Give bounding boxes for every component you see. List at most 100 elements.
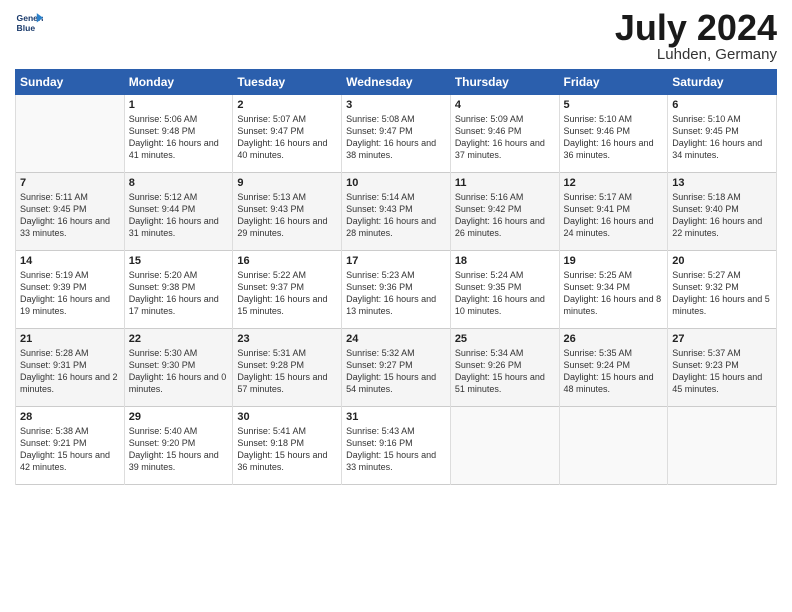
calendar-cell: 9 Sunrise: 5:13 AMSunset: 9:43 PMDayligh… bbox=[233, 173, 342, 251]
day-number: 12 bbox=[564, 177, 664, 189]
svg-text:Blue: Blue bbox=[17, 23, 36, 33]
day-number: 21 bbox=[20, 333, 120, 345]
day-number: 9 bbox=[237, 177, 337, 189]
col-monday: Monday bbox=[124, 70, 233, 95]
cell-sunrise: Sunrise: 5:17 AMSunset: 9:41 PMDaylight:… bbox=[564, 192, 654, 238]
col-thursday: Thursday bbox=[450, 70, 559, 95]
calendar-cell: 14 Sunrise: 5:19 AMSunset: 9:39 PMDaylig… bbox=[16, 251, 125, 329]
page-container: General Blue July 2024 Luhden, Germany S… bbox=[0, 0, 792, 495]
calendar-cell: 20 Sunrise: 5:27 AMSunset: 9:32 PMDaylig… bbox=[668, 251, 777, 329]
day-number: 11 bbox=[455, 177, 555, 189]
day-number: 24 bbox=[346, 333, 446, 345]
cell-sunrise: Sunrise: 5:35 AMSunset: 9:24 PMDaylight:… bbox=[564, 348, 654, 394]
header-row: Sunday Monday Tuesday Wednesday Thursday… bbox=[16, 70, 777, 95]
calendar-cell: 15 Sunrise: 5:20 AMSunset: 9:38 PMDaylig… bbox=[124, 251, 233, 329]
calendar-cell: 26 Sunrise: 5:35 AMSunset: 9:24 PMDaylig… bbox=[559, 329, 668, 407]
cell-sunrise: Sunrise: 5:25 AMSunset: 9:34 PMDaylight:… bbox=[564, 270, 662, 316]
cell-sunrise: Sunrise: 5:09 AMSunset: 9:46 PMDaylight:… bbox=[455, 114, 545, 160]
day-number: 28 bbox=[20, 411, 120, 423]
calendar-cell: 23 Sunrise: 5:31 AMSunset: 9:28 PMDaylig… bbox=[233, 329, 342, 407]
calendar-cell: 11 Sunrise: 5:16 AMSunset: 9:42 PMDaylig… bbox=[450, 173, 559, 251]
calendar-week-1: 7 Sunrise: 5:11 AMSunset: 9:45 PMDayligh… bbox=[16, 173, 777, 251]
cell-sunrise: Sunrise: 5:08 AMSunset: 9:47 PMDaylight:… bbox=[346, 114, 436, 160]
title-block: July 2024 Luhden, Germany bbox=[615, 10, 777, 63]
cell-sunrise: Sunrise: 5:43 AMSunset: 9:16 PMDaylight:… bbox=[346, 426, 436, 472]
calendar-week-0: 1 Sunrise: 5:06 AMSunset: 9:48 PMDayligh… bbox=[16, 95, 777, 173]
cell-sunrise: Sunrise: 5:23 AMSunset: 9:36 PMDaylight:… bbox=[346, 270, 436, 316]
calendar-cell: 5 Sunrise: 5:10 AMSunset: 9:46 PMDayligh… bbox=[559, 95, 668, 173]
cell-sunrise: Sunrise: 5:10 AMSunset: 9:45 PMDaylight:… bbox=[672, 114, 762, 160]
day-number: 30 bbox=[237, 411, 337, 423]
day-number: 25 bbox=[455, 333, 555, 345]
day-number: 20 bbox=[672, 255, 772, 267]
calendar-cell: 7 Sunrise: 5:11 AMSunset: 9:45 PMDayligh… bbox=[16, 173, 125, 251]
calendar-cell: 21 Sunrise: 5:28 AMSunset: 9:31 PMDaylig… bbox=[16, 329, 125, 407]
calendar-cell: 29 Sunrise: 5:40 AMSunset: 9:20 PMDaylig… bbox=[124, 407, 233, 485]
cell-sunrise: Sunrise: 5:13 AMSunset: 9:43 PMDaylight:… bbox=[237, 192, 327, 238]
header: General Blue July 2024 Luhden, Germany bbox=[15, 10, 777, 63]
day-number: 31 bbox=[346, 411, 446, 423]
calendar-cell: 28 Sunrise: 5:38 AMSunset: 9:21 PMDaylig… bbox=[16, 407, 125, 485]
calendar-week-2: 14 Sunrise: 5:19 AMSunset: 9:39 PMDaylig… bbox=[16, 251, 777, 329]
cell-sunrise: Sunrise: 5:37 AMSunset: 9:23 PMDaylight:… bbox=[672, 348, 762, 394]
col-tuesday: Tuesday bbox=[233, 70, 342, 95]
calendar-week-3: 21 Sunrise: 5:28 AMSunset: 9:31 PMDaylig… bbox=[16, 329, 777, 407]
cell-sunrise: Sunrise: 5:32 AMSunset: 9:27 PMDaylight:… bbox=[346, 348, 436, 394]
calendar-cell: 1 Sunrise: 5:06 AMSunset: 9:48 PMDayligh… bbox=[124, 95, 233, 173]
calendar-cell: 16 Sunrise: 5:22 AMSunset: 9:37 PMDaylig… bbox=[233, 251, 342, 329]
day-number: 7 bbox=[20, 177, 120, 189]
day-number: 6 bbox=[672, 99, 772, 111]
day-number: 8 bbox=[129, 177, 229, 189]
calendar-cell bbox=[668, 407, 777, 485]
day-number: 29 bbox=[129, 411, 229, 423]
col-sunday: Sunday bbox=[16, 70, 125, 95]
cell-sunrise: Sunrise: 5:38 AMSunset: 9:21 PMDaylight:… bbox=[20, 426, 110, 472]
calendar-cell: 18 Sunrise: 5:24 AMSunset: 9:35 PMDaylig… bbox=[450, 251, 559, 329]
day-number: 13 bbox=[672, 177, 772, 189]
calendar-cell: 8 Sunrise: 5:12 AMSunset: 9:44 PMDayligh… bbox=[124, 173, 233, 251]
cell-sunrise: Sunrise: 5:19 AMSunset: 9:39 PMDaylight:… bbox=[20, 270, 110, 316]
cell-sunrise: Sunrise: 5:20 AMSunset: 9:38 PMDaylight:… bbox=[129, 270, 219, 316]
day-number: 4 bbox=[455, 99, 555, 111]
col-saturday: Saturday bbox=[668, 70, 777, 95]
day-number: 26 bbox=[564, 333, 664, 345]
location: Luhden, Germany bbox=[615, 46, 777, 63]
day-number: 18 bbox=[455, 255, 555, 267]
cell-sunrise: Sunrise: 5:11 AMSunset: 9:45 PMDaylight:… bbox=[20, 192, 110, 238]
day-number: 23 bbox=[237, 333, 337, 345]
cell-sunrise: Sunrise: 5:28 AMSunset: 9:31 PMDaylight:… bbox=[20, 348, 118, 394]
cell-sunrise: Sunrise: 5:07 AMSunset: 9:47 PMDaylight:… bbox=[237, 114, 327, 160]
calendar-cell: 17 Sunrise: 5:23 AMSunset: 9:36 PMDaylig… bbox=[342, 251, 451, 329]
cell-sunrise: Sunrise: 5:34 AMSunset: 9:26 PMDaylight:… bbox=[455, 348, 545, 394]
cell-sunrise: Sunrise: 5:24 AMSunset: 9:35 PMDaylight:… bbox=[455, 270, 545, 316]
calendar-cell: 4 Sunrise: 5:09 AMSunset: 9:46 PMDayligh… bbox=[450, 95, 559, 173]
logo-icon: General Blue bbox=[15, 10, 43, 38]
logo: General Blue bbox=[15, 10, 43, 38]
day-number: 19 bbox=[564, 255, 664, 267]
calendar-cell bbox=[559, 407, 668, 485]
cell-sunrise: Sunrise: 5:12 AMSunset: 9:44 PMDaylight:… bbox=[129, 192, 219, 238]
calendar-cell bbox=[450, 407, 559, 485]
cell-sunrise: Sunrise: 5:41 AMSunset: 9:18 PMDaylight:… bbox=[237, 426, 327, 472]
calendar-week-4: 28 Sunrise: 5:38 AMSunset: 9:21 PMDaylig… bbox=[16, 407, 777, 485]
cell-sunrise: Sunrise: 5:18 AMSunset: 9:40 PMDaylight:… bbox=[672, 192, 762, 238]
cell-sunrise: Sunrise: 5:10 AMSunset: 9:46 PMDaylight:… bbox=[564, 114, 654, 160]
calendar-cell: 19 Sunrise: 5:25 AMSunset: 9:34 PMDaylig… bbox=[559, 251, 668, 329]
col-wednesday: Wednesday bbox=[342, 70, 451, 95]
calendar-cell: 31 Sunrise: 5:43 AMSunset: 9:16 PMDaylig… bbox=[342, 407, 451, 485]
col-friday: Friday bbox=[559, 70, 668, 95]
day-number: 15 bbox=[129, 255, 229, 267]
day-number: 14 bbox=[20, 255, 120, 267]
day-number: 27 bbox=[672, 333, 772, 345]
calendar-cell: 12 Sunrise: 5:17 AMSunset: 9:41 PMDaylig… bbox=[559, 173, 668, 251]
calendar-cell: 10 Sunrise: 5:14 AMSunset: 9:43 PMDaylig… bbox=[342, 173, 451, 251]
day-number: 22 bbox=[129, 333, 229, 345]
cell-sunrise: Sunrise: 5:30 AMSunset: 9:30 PMDaylight:… bbox=[129, 348, 227, 394]
calendar-cell: 6 Sunrise: 5:10 AMSunset: 9:45 PMDayligh… bbox=[668, 95, 777, 173]
day-number: 17 bbox=[346, 255, 446, 267]
calendar-cell: 22 Sunrise: 5:30 AMSunset: 9:30 PMDaylig… bbox=[124, 329, 233, 407]
calendar-cell bbox=[16, 95, 125, 173]
calendar-cell: 13 Sunrise: 5:18 AMSunset: 9:40 PMDaylig… bbox=[668, 173, 777, 251]
cell-sunrise: Sunrise: 5:16 AMSunset: 9:42 PMDaylight:… bbox=[455, 192, 545, 238]
day-number: 3 bbox=[346, 99, 446, 111]
